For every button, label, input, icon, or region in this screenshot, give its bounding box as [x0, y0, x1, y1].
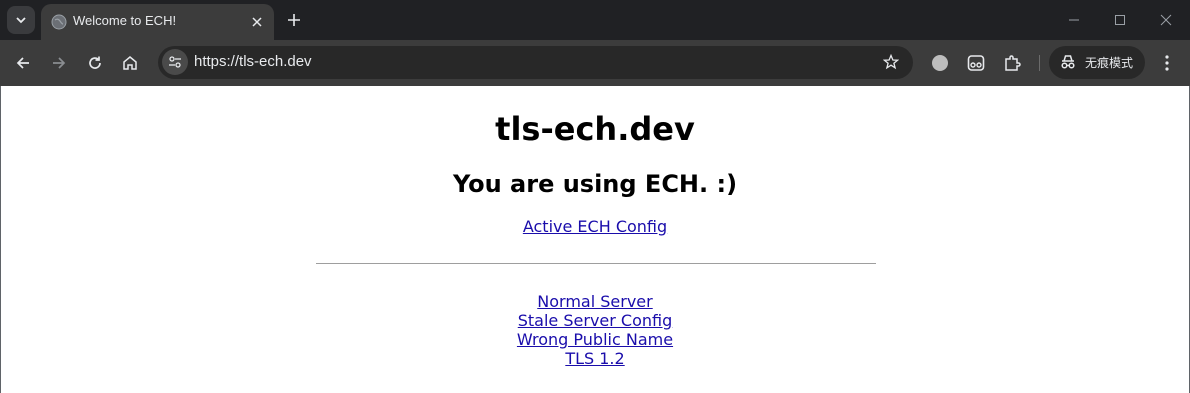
tls12-link[interactable]: TLS 1.2 [565, 349, 624, 368]
plus-icon [288, 14, 300, 26]
ech-status-heading: You are using ECH. :) [452, 170, 738, 198]
title-bar: Welcome to ECH! [0, 0, 1190, 40]
incognito-profile-button[interactable]: 无痕模式 [1049, 46, 1145, 79]
normal-server-link[interactable]: Normal Server [537, 292, 652, 311]
globe-icon [51, 14, 67, 30]
extension-mask-button[interactable] [962, 49, 990, 77]
incognito-label: 无痕模式 [1085, 56, 1134, 70]
page-title: tls-ech.dev [495, 110, 695, 148]
site-info-icon [169, 56, 181, 68]
toolbar-separator [1039, 55, 1040, 71]
extension-circle-button[interactable] [926, 49, 954, 77]
maximize-button[interactable] [1105, 6, 1135, 34]
maximize-icon [1115, 15, 1125, 25]
extension-circle-icon [932, 55, 948, 71]
address-bar[interactable]: https://tls-ech.dev [158, 46, 913, 79]
incognito-icon [1061, 55, 1075, 69]
active-config-row: Active ECH Config [1, 217, 1189, 236]
menu-button[interactable] [1153, 49, 1181, 77]
active-ech-config-link[interactable]: Active ECH Config [523, 217, 667, 236]
tab-active[interactable]: Welcome to ECH! [41, 4, 274, 40]
divider [316, 263, 876, 264]
stale-server-config-link[interactable]: Stale Server Config [518, 311, 673, 330]
server-links: Normal Server Stale Server Config Wrong … [1, 292, 1189, 368]
more-icon [1165, 55, 1169, 71]
home-button[interactable] [116, 49, 144, 77]
extension-mask-icon [967, 55, 985, 71]
chevron-down-icon [16, 17, 26, 24]
new-tab-button[interactable] [282, 8, 306, 32]
bookmark-button[interactable] [881, 52, 901, 72]
minimize-button[interactable] [1059, 6, 1089, 34]
home-icon [123, 56, 137, 70]
puzzle-icon [1005, 55, 1021, 71]
forward-icon [53, 57, 66, 69]
close-window-button[interactable] [1151, 6, 1181, 34]
tab-search-button[interactable] [7, 6, 35, 34]
tab-close-button[interactable] [248, 13, 266, 31]
minimize-icon [1069, 19, 1079, 21]
tab-title: Welcome to ECH! [73, 13, 177, 28]
back-icon [16, 57, 29, 69]
site-info-button[interactable] [162, 49, 188, 75]
url-text[interactable]: https://tls-ech.dev [194, 53, 312, 70]
star-icon [883, 54, 899, 70]
back-button[interactable] [9, 49, 37, 77]
extensions-button[interactable] [998, 49, 1026, 77]
reload-button[interactable] [81, 49, 109, 77]
page-content: tls-ech.dev You are using ECH. :) Active… [0, 86, 1190, 393]
toolbar: https://tls-ech.dev 无痕模式 [0, 40, 1190, 86]
close-icon [252, 17, 262, 27]
forward-button[interactable] [45, 49, 73, 77]
reload-icon [89, 56, 101, 69]
wrong-public-name-link[interactable]: Wrong Public Name [517, 330, 673, 349]
close-window-icon [1160, 14, 1172, 26]
